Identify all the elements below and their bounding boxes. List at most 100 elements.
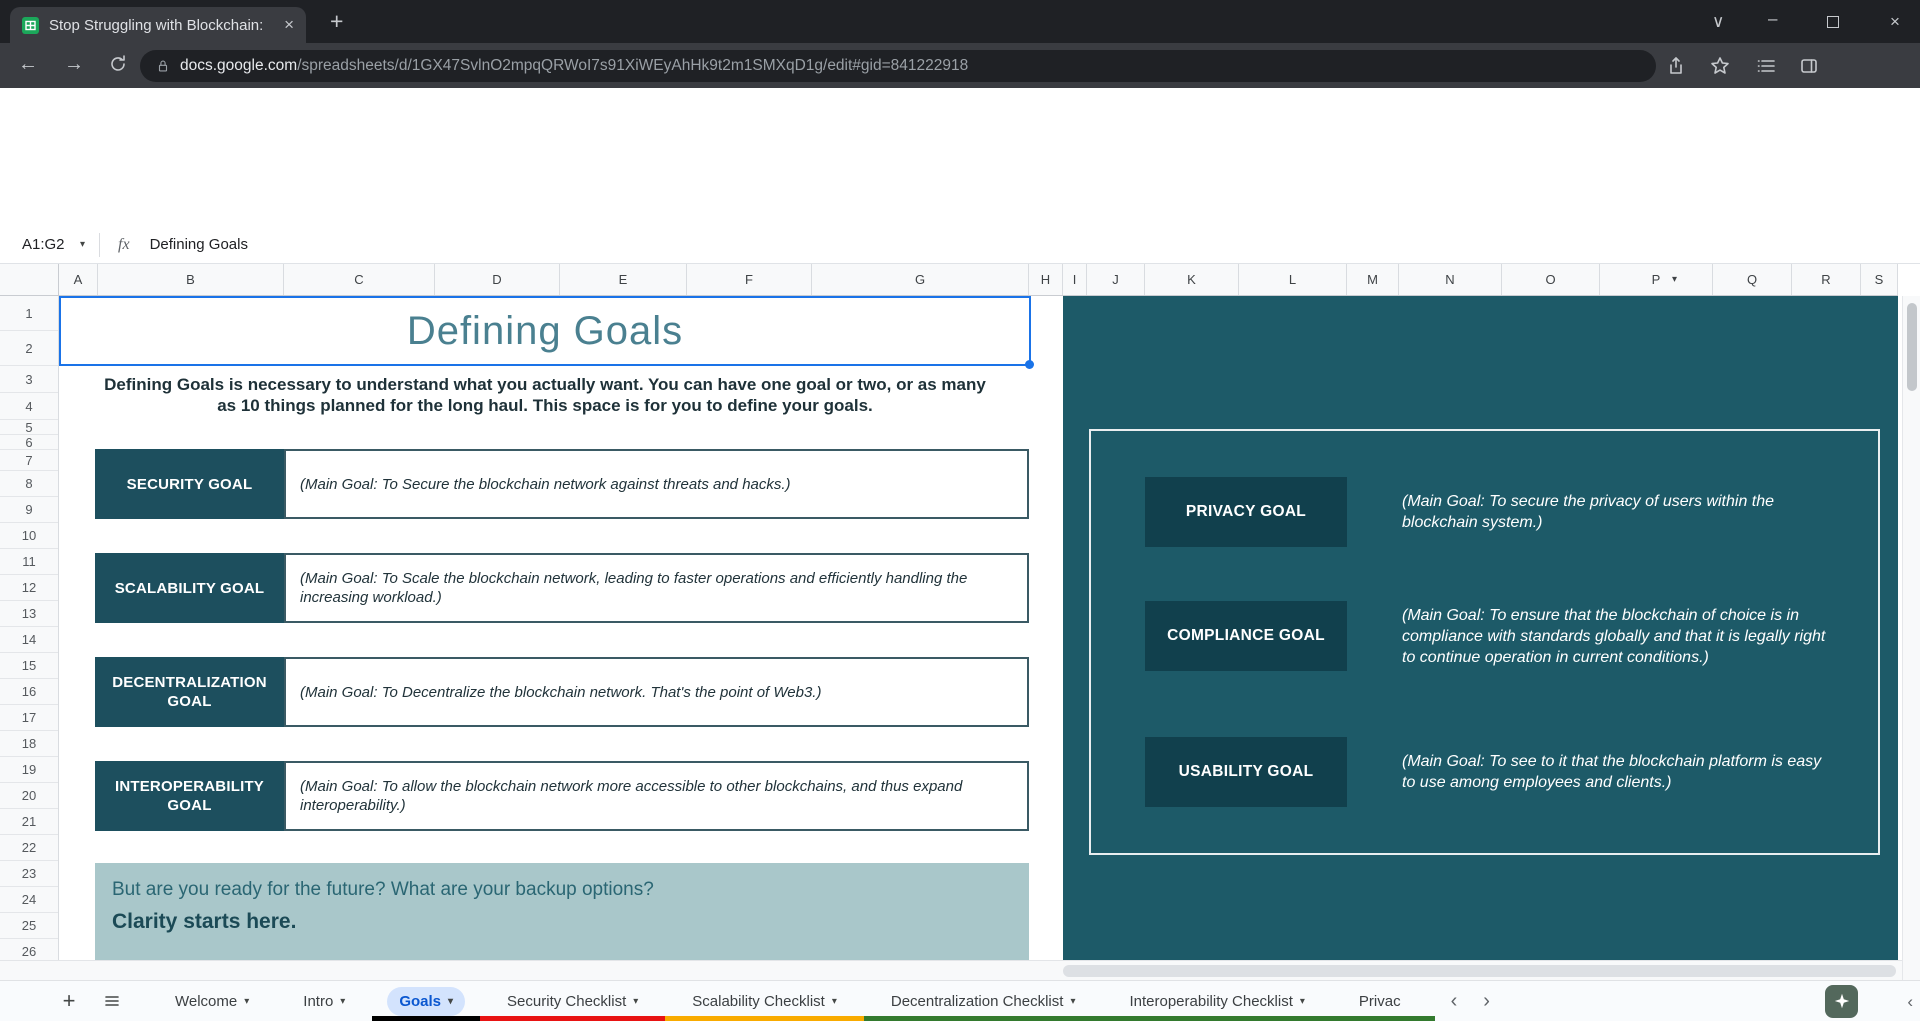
goal-description-box[interactable]: (Main Goal: To Secure the blockchain net… xyxy=(284,449,1029,519)
column-header[interactable]: N xyxy=(1399,264,1502,295)
column-header[interactable]: H xyxy=(1029,264,1063,295)
column-header[interactable]: Q xyxy=(1713,264,1792,295)
column-header[interactable]: E xyxy=(560,264,687,295)
row-header[interactable]: 19 xyxy=(0,757,58,783)
reload-button[interactable] xyxy=(108,54,128,74)
row-header[interactable]: 6 xyxy=(0,435,58,450)
column-header[interactable]: A xyxy=(59,264,98,295)
column-header[interactable]: S xyxy=(1861,264,1898,295)
sheet-title-cell[interactable]: Defining Goals xyxy=(61,298,1029,364)
name-box-caret-icon[interactable]: ▾ xyxy=(80,239,85,250)
select-all-corner[interactable] xyxy=(0,264,59,295)
forward-button[interactable]: → xyxy=(64,53,84,76)
goal-description-box[interactable]: (Main Goal: To allow the blockchain netw… xyxy=(284,761,1029,831)
window-minimize-button[interactable]: – xyxy=(1768,9,1777,29)
browser-tab[interactable]: Stop Struggling with Blockchain: × xyxy=(10,7,306,43)
row-header[interactable]: 20 xyxy=(0,783,58,809)
row-header[interactable]: 25 xyxy=(0,913,58,939)
row-header[interactable]: 12 xyxy=(0,575,58,601)
right-teal-panel[interactable]: PRIVACY GOAL (Main Goal: To secure the p… xyxy=(1063,296,1898,960)
column-header[interactable]: K xyxy=(1145,264,1239,295)
row-header[interactable]: 16 xyxy=(0,679,58,705)
name-box[interactable]: A1:G2 xyxy=(0,236,80,253)
row-header[interactable]: 21 xyxy=(0,809,58,835)
goal-label-cell[interactable]: INTEROPERABILITY GOAL xyxy=(95,761,284,831)
add-sheet-button[interactable]: + xyxy=(48,981,90,1021)
sheet-tab[interactable]: Interoperability Checklist ▾ xyxy=(1102,981,1331,1021)
spreadsheet-grid[interactable]: PRIVACY GOAL (Main Goal: To secure the p… xyxy=(0,296,1898,960)
tab-scroll-left-icon[interactable]: ‹ xyxy=(1451,990,1458,1013)
row-header[interactable]: 23 xyxy=(0,861,58,887)
row-header[interactable]: 5 xyxy=(0,420,58,435)
goal-label-cell[interactable]: DECENTRALIZATION GOAL xyxy=(95,657,284,727)
all-sheets-menu-icon[interactable] xyxy=(90,981,134,1021)
explore-button[interactable] xyxy=(1825,985,1858,1018)
column-header[interactable]: C xyxy=(284,264,435,295)
sheet-subtitle-cell[interactable]: Defining Goals is necessary to understan… xyxy=(61,374,1029,416)
column-header[interactable]: P xyxy=(1600,264,1713,295)
row-header[interactable]: 10 xyxy=(0,523,58,549)
sheet-tab[interactable]: Security Checklist ▾ xyxy=(480,981,665,1021)
vertical-scrollbar-thumb[interactable] xyxy=(1907,303,1917,391)
sheet-tab[interactable]: Privac xyxy=(1332,981,1435,1021)
bookmark-star-icon[interactable] xyxy=(1710,56,1730,76)
row-header[interactable]: 18 xyxy=(0,731,58,757)
column-header[interactable]: O xyxy=(1502,264,1600,295)
side-panel-icon[interactable] xyxy=(1799,56,1819,76)
row-header[interactable]: 7 xyxy=(0,450,58,471)
column-header[interactable]: B xyxy=(98,264,284,295)
share-page-icon[interactable] xyxy=(1666,56,1686,76)
reading-list-icon[interactable] xyxy=(1756,56,1776,76)
column-header[interactable]: R xyxy=(1792,264,1861,295)
row-header[interactable]: 8 xyxy=(0,471,58,497)
sheet-tab[interactable]: Scalability Checklist ▾ xyxy=(665,981,864,1021)
column-header[interactable]: G xyxy=(812,264,1029,295)
row-header[interactable]: 17 xyxy=(0,705,58,731)
goal-description-cell[interactable]: (Main Goal: To see to it that the blockc… xyxy=(1402,751,1830,793)
window-maximize-button[interactable] xyxy=(1827,16,1839,28)
goal-label-cell[interactable]: USABILITY GOAL xyxy=(1145,737,1347,807)
goal-label-cell[interactable]: PRIVACY GOAL xyxy=(1145,477,1347,547)
row-header[interactable]: 9 xyxy=(0,497,58,523)
row-header[interactable]: 2 xyxy=(0,331,58,366)
goal-description-box[interactable]: (Main Goal: To Scale the blockchain netw… xyxy=(284,553,1029,623)
tab-scroll-right-icon[interactable]: › xyxy=(1483,990,1490,1013)
formula-input[interactable]: Defining Goals xyxy=(150,236,248,253)
row-header[interactable]: 1 xyxy=(0,296,58,331)
goal-label-cell[interactable]: COMPLIANCE GOAL xyxy=(1145,601,1347,671)
column-header[interactable]: J xyxy=(1087,264,1145,295)
side-panel-collapse-icon[interactable]: ‹ xyxy=(1907,992,1913,1012)
address-bar[interactable]: docs.google.com/spreadsheets/d/1GX47Svln… xyxy=(140,50,1656,82)
new-tab-button[interactable]: + xyxy=(330,8,343,34)
row-header[interactable]: 11 xyxy=(0,549,58,575)
vertical-scrollbar[interactable] xyxy=(1902,296,1920,980)
goal-description-cell[interactable]: (Main Goal: To ensure that the blockchai… xyxy=(1402,605,1830,668)
column-header[interactable]: M xyxy=(1347,264,1399,295)
row-header[interactable]: 15 xyxy=(0,653,58,679)
row-header[interactable]: 4 xyxy=(0,393,58,420)
goal-label-cell[interactable]: SCALABILITY GOAL xyxy=(95,553,284,623)
window-close-button[interactable]: × xyxy=(1890,12,1900,32)
row-header[interactable]: 13 xyxy=(0,601,58,627)
column-p-dropdown-icon[interactable]: ▾ xyxy=(1672,274,1677,285)
goal-label-cell[interactable]: SECURITY GOAL xyxy=(95,449,284,519)
sheet-tab[interactable]: Decentralization Checklist ▾ xyxy=(864,981,1103,1021)
footer-callout-cell[interactable]: But are you ready for the future? What a… xyxy=(95,863,1029,960)
tab-search-icon[interactable]: ∨ xyxy=(1712,12,1724,32)
column-header[interactable]: I xyxy=(1063,264,1087,295)
column-header[interactable]: D xyxy=(435,264,560,295)
goal-description-box[interactable]: (Main Goal: To Decentralize the blockcha… xyxy=(284,657,1029,727)
sheet-tab[interactable]: Welcome ▾ xyxy=(148,981,276,1021)
column-header[interactable]: F xyxy=(687,264,812,295)
row-header[interactable]: 26 xyxy=(0,939,58,960)
goal-description-cell[interactable]: (Main Goal: To secure the privacy of use… xyxy=(1402,491,1830,533)
sheet-tab[interactable]: Goals ▾ xyxy=(372,981,480,1021)
horizontal-scrollbar[interactable] xyxy=(0,960,1902,980)
sheet-tab[interactable]: Intro ▾ xyxy=(276,981,372,1021)
row-header[interactable]: 22 xyxy=(0,835,58,861)
back-button[interactable]: ← xyxy=(18,53,38,76)
row-header[interactable]: 3 xyxy=(0,366,58,393)
horizontal-scrollbar-thumb[interactable] xyxy=(1063,965,1896,977)
row-header[interactable]: 24 xyxy=(0,887,58,913)
tab-close-icon[interactable]: × xyxy=(284,15,294,35)
